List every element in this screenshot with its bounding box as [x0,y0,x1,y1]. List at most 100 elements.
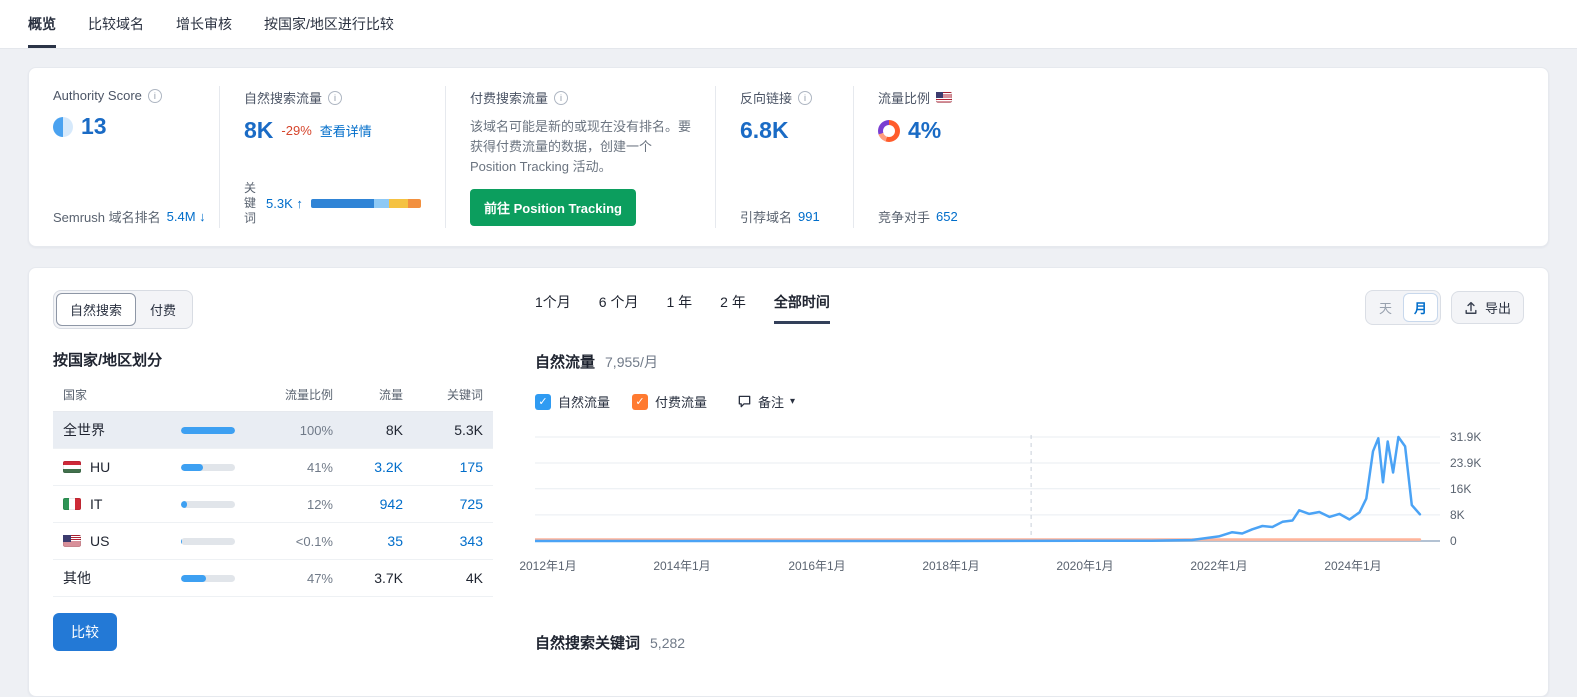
share-bar [181,538,235,545]
organic-traffic-monthly-value: 7,955/月 [605,352,658,372]
keywords-link[interactable]: 725 [403,496,483,512]
svg-text:0: 0 [1450,534,1457,547]
authority-score-block: Authority Score i 13 Semrush 域名排名 5.4M ↓ [29,86,219,228]
tab-overview[interactable]: 概览 [28,0,56,48]
top-navigation: 概览 比较域名 增长审核 按国家/地区进行比较 [0,0,1577,49]
x-axis-label: 2012年1月 [519,557,576,574]
geo-row-us[interactable]: US <0.1% 35 343 [53,523,493,560]
trend-panel: 1个月 6 个月 1 年 2 年 全部时间 天 月 导出 自然流量 7,955/… [535,290,1524,674]
paid-toggle-button[interactable]: 付费 [136,293,190,326]
us-flag-icon [936,92,952,103]
up-arrow-icon: ↑ [296,196,303,211]
share-bar [181,501,235,508]
competitors-link[interactable]: 652 [936,209,958,224]
domain-rank-link[interactable]: 5.4M ↓ [167,209,206,224]
info-icon[interactable]: i [328,91,342,105]
export-icon [1464,301,1478,315]
country-name: US [90,533,109,549]
svg-text:23.9K: 23.9K [1450,456,1481,470]
organic-keywords-title: 自然搜索关键词 [535,632,640,653]
authority-score-value: 13 [81,113,107,140]
checkbox-checked-icon: ✓ [632,394,648,410]
backlinks-block: 反向链接 i 6.8K 引荐域名 991 [715,86,853,228]
range-tab-1-year[interactable]: 1 年 [666,292,692,324]
traffic-value: 8K [333,422,403,438]
granularity-toggle: 天 月 [1365,290,1441,325]
share-percent: 12% [307,497,333,512]
notes-bubble-icon [737,394,752,409]
x-axis-label: 2018年1月 [922,557,979,574]
x-axis-labels: 2012年1月2014年1月2016年1月2018年1月2020年1月2022年… [535,552,1500,574]
x-axis-label: 2024年1月 [1324,557,1381,574]
keywords-count-link[interactable]: 5.3K ↑ [266,196,303,211]
tab-compare-by-country[interactable]: 按国家/地区进行比较 [264,0,394,48]
range-tab-6-months[interactable]: 6 个月 [599,292,639,324]
competitors-label: 竞争对手 [878,207,930,226]
traffic-link[interactable]: 3.2K [333,459,403,475]
geo-table: 国家 流量比例 流量 关键词 全世界 100% 8K 5.3K HU 41% [53,378,493,597]
keywords-label: 关键词 [244,181,258,226]
range-tab-1-month[interactable]: 1个月 [535,292,571,324]
header-traffic[interactable]: 流量 [333,386,403,403]
x-axis-label: 2020年1月 [1056,557,1113,574]
traffic-share-title: 流量比例 [878,88,930,107]
referring-domains-link[interactable]: 991 [798,209,820,224]
geo-table-header: 国家 流量比例 流量 关键词 [53,378,493,412]
day-toggle-button[interactable]: 天 [1368,293,1403,322]
header-traffic-share[interactable]: 流量比例 [181,386,333,403]
month-toggle-button[interactable]: 月 [1403,293,1438,322]
paid-traffic-checkbox[interactable]: ✓ 付费流量 [632,392,707,411]
legend-label: 付费流量 [655,392,707,411]
info-icon[interactable]: i [554,91,568,105]
tab-compare-domains[interactable]: 比较域名 [88,0,144,48]
keywords-link[interactable]: 343 [403,533,483,549]
range-tab-all-time[interactable]: 全部时间 [774,292,830,324]
tab-growth-audit[interactable]: 增长审核 [176,0,232,48]
share-percent: 100% [300,423,333,438]
header-country[interactable]: 国家 [63,386,181,403]
country-name: HU [90,459,110,475]
us-flag-icon [63,535,81,547]
organic-toggle-button[interactable]: 自然搜索 [56,293,136,326]
backlinks-title: 反向链接 [740,88,792,107]
share-percent: <0.1% [296,534,333,549]
organic-traffic-checkbox[interactable]: ✓自然流量 [535,392,610,411]
info-icon[interactable]: i [798,91,812,105]
organic-traffic-chart-title: 自然流量 [535,351,595,372]
share-bar [181,464,235,471]
position-tracking-button[interactable]: 前往 Position Tracking [470,189,636,226]
geo-row-it[interactable]: IT 12% 942 725 [53,486,493,523]
geo-row-worldwide[interactable]: 全世界 100% 8K 5.3K [53,412,493,449]
view-details-link[interactable]: 查看详情 [320,121,372,140]
header-keywords[interactable]: 关键词 [403,386,483,403]
traffic-share-block: 流量比例 4% 竞争对手 652 [853,86,1025,228]
geo-row-other[interactable]: 其他 47% 3.7K 4K [53,560,493,597]
range-tab-2-years[interactable]: 2 年 [720,292,746,324]
export-button[interactable]: 导出 [1451,291,1524,324]
authority-gauge-icon [53,117,73,137]
organic-keywords-count: 5,282 [650,635,685,651]
keywords-value: 5.3K [403,422,483,438]
paid-traffic-title: 付费搜索流量 [470,88,548,107]
traffic-link[interactable]: 942 [333,496,403,512]
domain-rank-label: Semrush 域名排名 [53,207,161,226]
info-icon[interactable]: i [148,89,162,103]
traffic-share-value: 4% [908,117,941,144]
country-name: 全世界 [63,420,105,440]
notes-label: 备注 [758,392,784,411]
svg-text:16K: 16K [1450,482,1471,496]
compare-button[interactable]: 比较 [53,613,117,651]
traffic-link[interactable]: 35 [333,533,403,549]
down-arrow-icon: ↓ [199,209,206,224]
traffic-value: 3.7K [333,570,403,586]
organic-traffic-block: 自然搜索流量 i 8K -29% 查看详情 关键词 5.3K ↑ [219,86,445,228]
date-range-tabs: 1个月 6 个月 1 年 2 年 全部时间 [535,292,830,324]
x-axis-label: 2016年1月 [788,557,845,574]
share-bar [181,427,235,434]
keywords-link[interactable]: 175 [403,459,483,475]
notes-dropdown[interactable]: 备注 ▾ [737,392,795,411]
geo-row-hu[interactable]: HU 41% 3.2K 175 [53,449,493,486]
share-percent: 47% [307,571,333,586]
country-name: 其他 [63,568,91,588]
hungary-flag-icon [63,461,81,473]
